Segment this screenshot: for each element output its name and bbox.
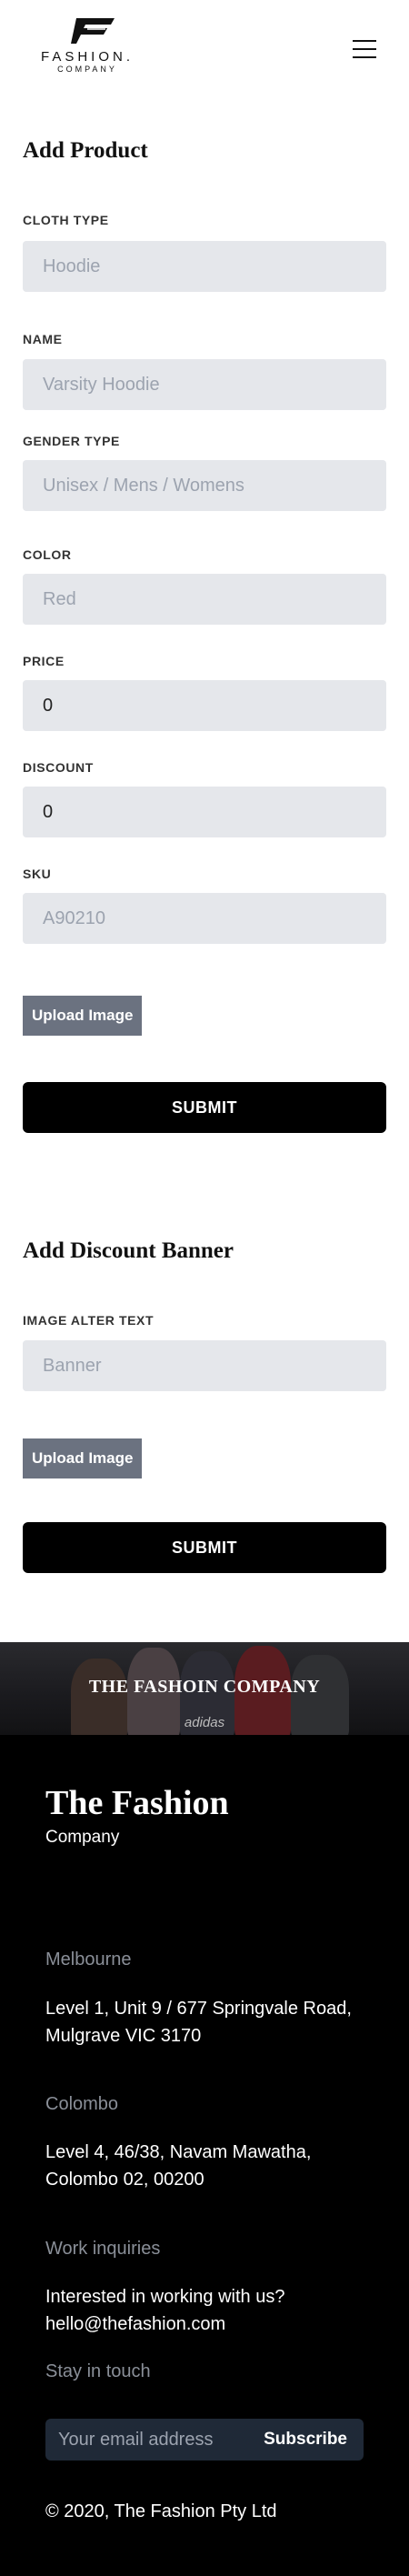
add-product-form: Add Product CLOTH TYPE NAME GENDER TYPE … xyxy=(0,100,409,1146)
cloth-type-label: CLOTH TYPE xyxy=(23,213,109,227)
color-label: COLOR xyxy=(23,547,72,562)
logo-wordmark: FASHION. xyxy=(40,49,134,65)
submit-banner-button[interactable]: SUBMIT xyxy=(23,1522,386,1573)
cloth-type-input[interactable] xyxy=(23,241,386,292)
work-inquiries-label: Work inquiries xyxy=(45,2239,161,2259)
gender-type-input[interactable] xyxy=(23,460,386,511)
copyright-text: © 2020, The Fashion Pty Ltd xyxy=(45,2501,277,2521)
name-label: NAME xyxy=(23,332,63,346)
hamburger-menu-icon[interactable] xyxy=(351,38,378,60)
footer-brand-subtitle: Company xyxy=(45,1828,120,1847)
image-alter-text-label: IMAGE ALTER TEXT xyxy=(23,1313,155,1328)
logo-subtitle: COMPANY xyxy=(57,65,117,74)
discount-label: DISCOUNT xyxy=(23,760,94,775)
melbourne-label: Melbourne xyxy=(45,1950,132,1970)
site-footer: THE FASHOIN COMPANY adidas The Fashion C… xyxy=(0,1642,409,2576)
gender-type-label: GENDER TYPE xyxy=(23,434,120,448)
work-inquiries-text: Interested in working with us? xyxy=(45,2287,285,2307)
colombo-label: Colombo xyxy=(45,2094,119,2114)
name-input[interactable] xyxy=(23,359,386,410)
newsletter-form: Subscribe xyxy=(45,2419,364,2461)
subscribe-button[interactable]: Subscribe xyxy=(264,2419,347,2461)
colombo-address: Level 4, 46/38, Navam Mawatha, Colombo 0… xyxy=(45,2142,312,2190)
price-input[interactable] xyxy=(23,680,386,731)
image-alter-text-input[interactable] xyxy=(23,1340,386,1391)
add-product-title: Add Product xyxy=(23,138,148,163)
stay-in-touch-label: Stay in touch xyxy=(45,2361,151,2381)
footer-hero-image: THE FASHOIN COMPANY adidas xyxy=(0,1642,409,1735)
upload-image-button[interactable]: Upload Image xyxy=(23,996,143,1036)
work-inquiries-email[interactable]: hello@thefashion.com xyxy=(45,2310,373,2338)
submit-product-button[interactable]: SUBMIT xyxy=(23,1082,386,1133)
logo-mark-icon xyxy=(71,18,115,44)
upload-banner-image-button[interactable]: Upload Image xyxy=(23,1438,143,1478)
site-header: FASHION. COMPANY xyxy=(0,0,409,100)
melbourne-address: Level 1, Unit 9 / 677 Springvale Road, M… xyxy=(45,1999,352,2046)
add-discount-banner-form: Add Discount Banner IMAGE ALTER TEXT Upl… xyxy=(0,1146,409,1642)
color-input[interactable] xyxy=(23,574,386,625)
footer-banner-title: THE FASHOIN COMPANY xyxy=(88,1677,321,1697)
sku-input[interactable] xyxy=(23,893,386,944)
newsletter-email-input[interactable] xyxy=(58,2419,258,2461)
discount-input[interactable] xyxy=(23,787,386,837)
price-label: PRICE xyxy=(23,654,65,668)
sku-label: SKU xyxy=(23,867,52,881)
footer-banner-brand: adidas xyxy=(184,1715,225,1730)
add-discount-banner-title: Add Discount Banner xyxy=(23,1238,234,1263)
company-logo[interactable]: FASHION. COMPANY xyxy=(24,16,151,75)
footer-brand-name: The Fashion xyxy=(45,1784,229,1822)
